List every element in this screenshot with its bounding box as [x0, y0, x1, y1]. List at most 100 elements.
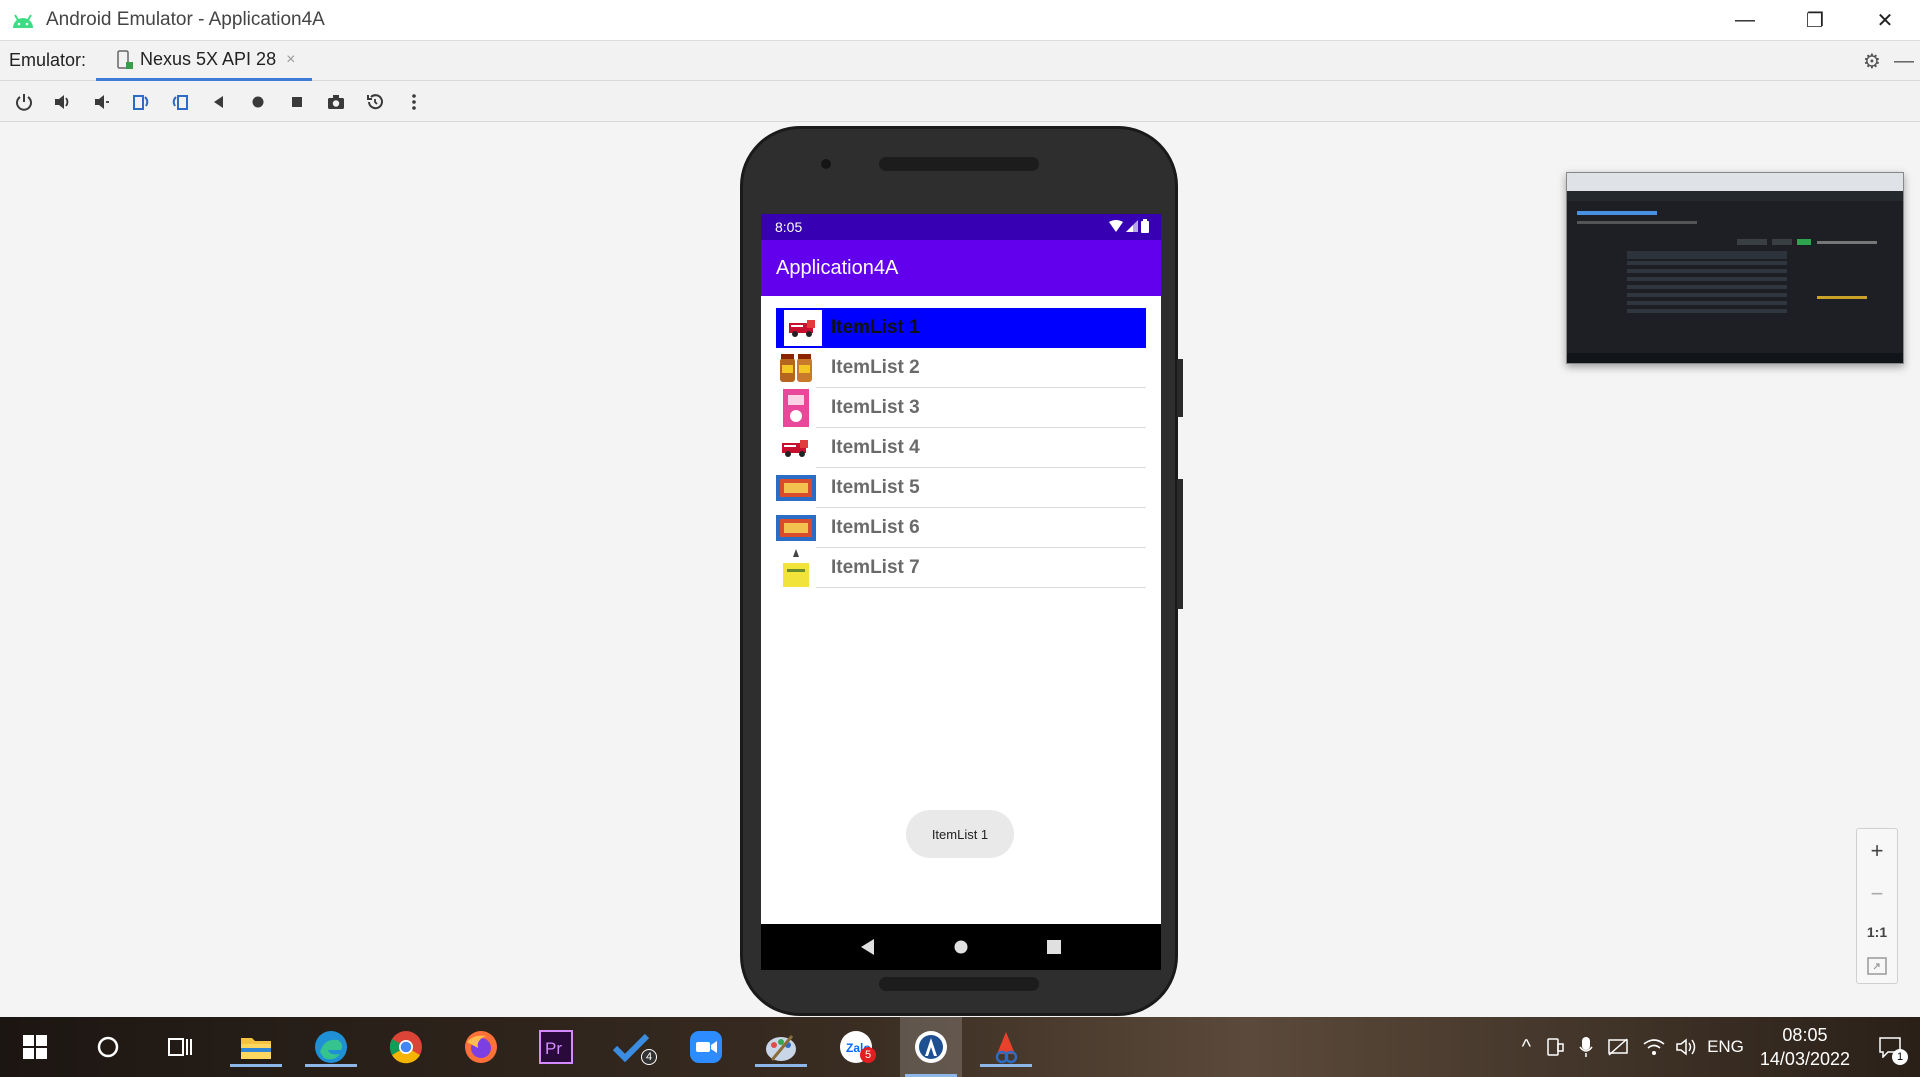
- list-item[interactable]: ItemList 7: [776, 547, 1146, 588]
- item-label: ItemList 7: [831, 556, 920, 578]
- minimize-button[interactable]: —: [1710, 0, 1780, 40]
- back-icon[interactable]: [203, 87, 235, 117]
- list-item[interactable]: ItemList 6: [776, 507, 1146, 548]
- clock-date: 14/03/2022: [1759, 1049, 1850, 1069]
- hide-panel-icon[interactable]: —: [1888, 50, 1920, 73]
- fit-screen-icon[interactable]: [1867, 956, 1887, 975]
- yellow-book-thumbnail: [776, 547, 816, 588]
- minimize-icon: —: [1735, 8, 1755, 31]
- input-method-icon[interactable]: [1607, 1037, 1629, 1057]
- app-bar: Application4A: [761, 240, 1161, 296]
- rotate-left-icon[interactable]: [125, 87, 157, 117]
- list-item[interactable]: ItemList 4: [776, 427, 1146, 468]
- nav-home-icon[interactable]: [954, 940, 968, 954]
- preview-content: [1567, 211, 1903, 363]
- toast-text: ItemList 1: [931, 826, 989, 842]
- signal-icon: [1126, 220, 1138, 232]
- front-camera: [821, 159, 831, 169]
- close-icon: ✕: [1876, 9, 1894, 32]
- task-view-icon[interactable]: [160, 1027, 200, 1067]
- wifi-icon[interactable]: [1643, 1038, 1665, 1056]
- list-item[interactable]: ItemList 3: [776, 387, 1146, 428]
- notifications-badge: 1: [1892, 1049, 1908, 1065]
- file-explorer-icon[interactable]: [230, 1027, 282, 1067]
- home-icon[interactable]: [242, 87, 274, 117]
- firefox-icon[interactable]: [461, 1027, 501, 1067]
- item-list: ItemList 1 ItemList 2 ItemList 3 ItemLis…: [776, 308, 1146, 588]
- todo-icon[interactable]: 4: [611, 1027, 657, 1067]
- device-icon[interactable]: [1545, 1037, 1565, 1057]
- chrome-icon[interactable]: [386, 1027, 426, 1067]
- screenshot-icon[interactable]: [320, 87, 352, 117]
- preview-navbar: [1567, 191, 1903, 201]
- volume-down-icon[interactable]: [86, 87, 118, 117]
- premiere-pro-icon[interactable]: Pr: [536, 1027, 576, 1067]
- notifications-icon[interactable]: 1: [1870, 1027, 1910, 1067]
- title-bar: Android Emulator - Application4A — ❐ ✕: [0, 0, 1920, 40]
- emulator-label: Emulator:: [9, 50, 87, 70]
- edge-icon[interactable]: [305, 1027, 357, 1067]
- windows-start-icon[interactable]: [15, 1027, 55, 1067]
- tab-label: Nexus 5X API 28: [140, 49, 277, 69]
- item-label: ItemList 1: [831, 316, 920, 338]
- snapshot-icon[interactable]: [359, 87, 391, 117]
- screen-preview-thumbnail[interactable]: [1566, 172, 1904, 364]
- emulator-tab-bar: Emulator: Nexus 5X API 28 × ⚙ —: [0, 40, 1920, 81]
- android-studio-icon[interactable]: [900, 1017, 962, 1077]
- overview-icon[interactable]: [281, 87, 313, 117]
- list-item[interactable]: ItemList 2: [776, 347, 1146, 388]
- device-screen[interactable]: 8:05 Application4A ItemList 1 ItemList 2…: [761, 214, 1161, 924]
- nav-back-icon[interactable]: [860, 939, 875, 955]
- item-label: ItemList 3: [831, 396, 920, 418]
- show-hidden-icons-icon[interactable]: ^: [1522, 1036, 1531, 1059]
- item-label: ItemList 5: [831, 476, 920, 498]
- zalo-badge: 5: [860, 1047, 876, 1063]
- toy-box-thumbnail: [776, 507, 816, 548]
- android-icon: [13, 14, 33, 28]
- android-emulator-icon[interactable]: [980, 1027, 1032, 1067]
- battery-icon: [1141, 219, 1149, 233]
- volume-side-button[interactable]: [1177, 479, 1183, 609]
- toast-message: ItemList 1: [906, 810, 1014, 858]
- language-indicator[interactable]: ENG: [1707, 1037, 1744, 1057]
- zoom-icon[interactable]: [686, 1027, 726, 1067]
- settings-icon[interactable]: ⚙: [1856, 49, 1888, 74]
- wifi-icon: [1109, 220, 1123, 232]
- list-item[interactable]: ItemList 1: [776, 308, 1146, 348]
- device-icon: [117, 49, 133, 69]
- close-button[interactable]: ✕: [1850, 0, 1920, 40]
- list-item[interactable]: ItemList 5: [776, 467, 1146, 508]
- emulator-toolbar: [0, 82, 1920, 122]
- fire-truck-thumbnail: [784, 309, 822, 346]
- clock[interactable]: 08:05 14/03/2022: [1760, 1023, 1850, 1071]
- search-icon[interactable]: [88, 1027, 128, 1067]
- clock-time: 08:05: [1782, 1025, 1828, 1045]
- actual-size-button[interactable]: 1:1: [1867, 924, 1887, 940]
- restore-button[interactable]: ❐: [1780, 0, 1850, 40]
- rotate-right-icon[interactable]: [164, 87, 196, 117]
- volume-up-icon[interactable]: [47, 87, 79, 117]
- paint-icon[interactable]: [755, 1027, 807, 1067]
- status-time: 8:05: [775, 219, 803, 235]
- tab-nexus-5x[interactable]: Nexus 5X API 28 ×: [96, 41, 312, 81]
- android-nav-bar: [761, 924, 1161, 970]
- jars-thumbnail: [776, 347, 816, 388]
- speaker-icon[interactable]: [1675, 1037, 1697, 1057]
- zoom-in-button[interactable]: +: [1871, 838, 1884, 864]
- more-icon[interactable]: [398, 87, 430, 117]
- zalo-icon[interactable]: Zalo 5: [836, 1027, 876, 1067]
- app-title: Application4A: [776, 256, 899, 279]
- toy-box-thumbnail: [776, 467, 816, 508]
- power-side-button[interactable]: [1177, 359, 1183, 417]
- status-bar: 8:05: [761, 214, 1161, 240]
- bottom-speaker: [879, 977, 1039, 991]
- microphone-icon[interactable]: [1579, 1036, 1593, 1058]
- top-speaker: [879, 157, 1039, 171]
- nav-overview-icon[interactable]: [1047, 940, 1062, 954]
- zoom-out-button[interactable]: −: [1871, 881, 1884, 907]
- item-label: ItemList 4: [831, 436, 920, 458]
- tab-close-icon[interactable]: ×: [286, 51, 295, 69]
- zoom-controls: + − 1:1: [1856, 828, 1898, 984]
- device-frame: 8:05 Application4A ItemList 1 ItemList 2…: [740, 126, 1183, 1016]
- power-icon[interactable]: [8, 87, 40, 117]
